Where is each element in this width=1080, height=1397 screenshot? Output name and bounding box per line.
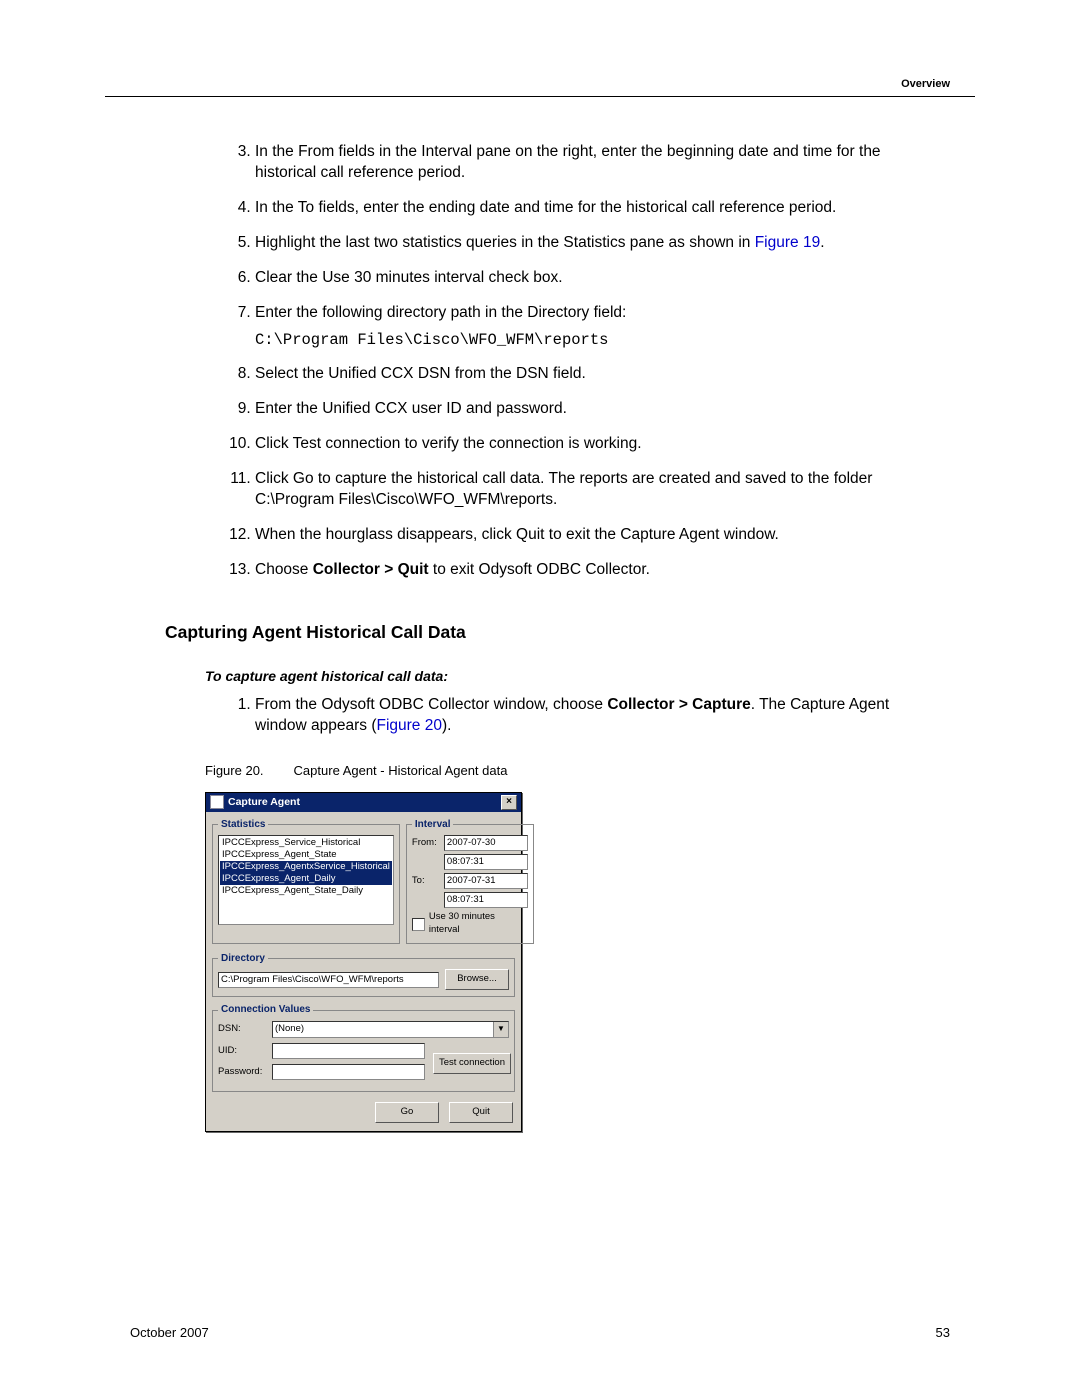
figure-title: Capture Agent - Historical Agent data [294, 763, 508, 778]
step-b1: From the Odysoft ODBC Collector window, … [255, 695, 940, 737]
window-icon [210, 795, 224, 809]
list-item[interactable]: IPCCExpress_Agent_State_Daily [220, 885, 392, 897]
chevron-down-icon[interactable] [493, 1022, 508, 1037]
step-text: . [820, 234, 824, 251]
steps-list-b: From the Odysoft ODBC Collector window, … [205, 695, 940, 737]
to-label: To: [412, 875, 440, 888]
step-text: ). [442, 717, 451, 734]
statistics-list[interactable]: IPCCExpress_Service_Historical IPCCExpre… [218, 835, 394, 925]
step-text: Select the Unified CCX DSN from the DSN … [255, 365, 586, 382]
step-7: Enter the following directory path in th… [255, 303, 940, 351]
footer-page-number: 53 [936, 1324, 950, 1342]
step-text: Choose [255, 561, 313, 578]
dsn-label: DSN: [218, 1023, 266, 1036]
figure-link[interactable]: Figure 20 [376, 717, 441, 734]
password-label: Password: [218, 1066, 266, 1079]
from-label: From: [412, 837, 440, 850]
figure-number: Figure 20. [205, 763, 264, 778]
to-date-input[interactable]: 2007-07-31 [444, 873, 528, 889]
group-label-connection: Connection Values [218, 1003, 313, 1017]
capture-agent-window: Capture Agent × Statistics IPCCExpress_S… [205, 792, 522, 1132]
browse-button[interactable]: Browse... [445, 969, 509, 990]
step-text: Enter the following directory path in th… [255, 304, 626, 321]
step-bold: Collector > Capture [607, 696, 750, 713]
step-bold: Collector > Quit [313, 561, 429, 578]
to-time-input[interactable]: 08:07:31 [444, 892, 528, 908]
from-date-input[interactable]: 2007-07-30 [444, 835, 528, 851]
group-label-directory: Directory [218, 952, 268, 966]
header-rule [105, 96, 975, 97]
step-13: Choose Collector > Quit to exit Odysoft … [255, 560, 940, 581]
test-connection-button[interactable]: Test connection [433, 1053, 511, 1074]
step-3: In the From fields in the Interval pane … [255, 142, 940, 184]
code-path: C:\Program Files\Cisco\WFO_WFM\reports [255, 330, 940, 351]
use-30min-checkbox[interactable] [412, 918, 425, 931]
doc-section-header: Overview [901, 77, 950, 92]
section-heading: Capturing Agent Historical Call Data [165, 621, 940, 645]
password-input[interactable] [272, 1064, 425, 1080]
directory-group: Directory C:\Program Files\Cisco\WFO_WFM… [212, 952, 515, 998]
step-9: Enter the Unified CCX user ID and passwo… [255, 399, 940, 420]
step-text: Clear the Use 30 minutes interval check … [255, 269, 563, 286]
step-text: Enter the Unified CCX user ID and passwo… [255, 400, 567, 417]
step-text: to exit Odysoft ODBC Collector. [429, 561, 650, 578]
step-text: Click Go to capture the historical call … [255, 470, 872, 508]
step-text: Click Test connection to verify the conn… [255, 435, 642, 452]
steps-list-a: In the From fields in the Interval pane … [205, 142, 940, 581]
step-11: Click Go to capture the historical call … [255, 469, 940, 511]
step-text: In the To fields, enter the ending date … [255, 199, 836, 216]
go-button[interactable]: Go [375, 1102, 439, 1123]
step-10: Click Test connection to verify the conn… [255, 434, 940, 455]
footer-date: October 2007 [130, 1324, 209, 1342]
dsn-value: (None) [275, 1023, 304, 1036]
group-label-interval: Interval [412, 818, 454, 832]
figure-link[interactable]: Figure 19 [755, 234, 820, 251]
step-text: From the Odysoft ODBC Collector window, … [255, 696, 607, 713]
step-12: When the hourglass disappears, click Qui… [255, 525, 940, 546]
close-icon[interactable]: × [501, 795, 517, 810]
from-time-input[interactable]: 08:07:31 [444, 854, 528, 870]
quit-button[interactable]: Quit [449, 1102, 513, 1123]
interval-group: Interval From: 2007-07-30 08:07:31 To: 2… [406, 818, 534, 944]
step-5: Highlight the last two statistics querie… [255, 233, 940, 254]
titlebar[interactable]: Capture Agent × [206, 793, 521, 812]
dsn-select[interactable]: (None) [272, 1021, 509, 1038]
page-footer: October 2007 53 [130, 1324, 950, 1342]
use-30min-label: Use 30 minutes interval [429, 911, 528, 937]
group-label-statistics: Statistics [218, 818, 268, 832]
directory-input[interactable]: C:\Program Files\Cisco\WFO_WFM\reports [218, 972, 439, 988]
procedure-subhead: To capture agent historical call data: [205, 667, 940, 686]
step-text: When the hourglass disappears, click Qui… [255, 526, 779, 543]
list-item[interactable]: IPCCExpress_Agent_State [220, 849, 392, 861]
step-4: In the To fields, enter the ending date … [255, 198, 940, 219]
list-item[interactable]: IPCCExpress_Agent_Daily [220, 873, 392, 885]
step-8: Select the Unified CCX DSN from the DSN … [255, 364, 940, 385]
uid-input[interactable] [272, 1043, 425, 1059]
step-text: In the From fields in the Interval pane … [255, 143, 881, 181]
list-item[interactable]: IPCCExpress_Service_Historical [220, 837, 392, 849]
figure-caption: Figure 20. Capture Agent - Historical Age… [205, 762, 940, 780]
connection-values-group: Connection Values DSN: (None) UID: [212, 1003, 515, 1092]
statistics-group: Statistics IPCCExpress_Service_Historica… [212, 818, 400, 944]
window-title: Capture Agent [228, 795, 300, 809]
uid-label: UID: [218, 1045, 266, 1058]
list-item[interactable]: IPCCExpress_AgentxService_Historical [220, 861, 392, 873]
step-text: Highlight the last two statistics querie… [255, 234, 755, 251]
step-6: Clear the Use 30 minutes interval check … [255, 268, 940, 289]
